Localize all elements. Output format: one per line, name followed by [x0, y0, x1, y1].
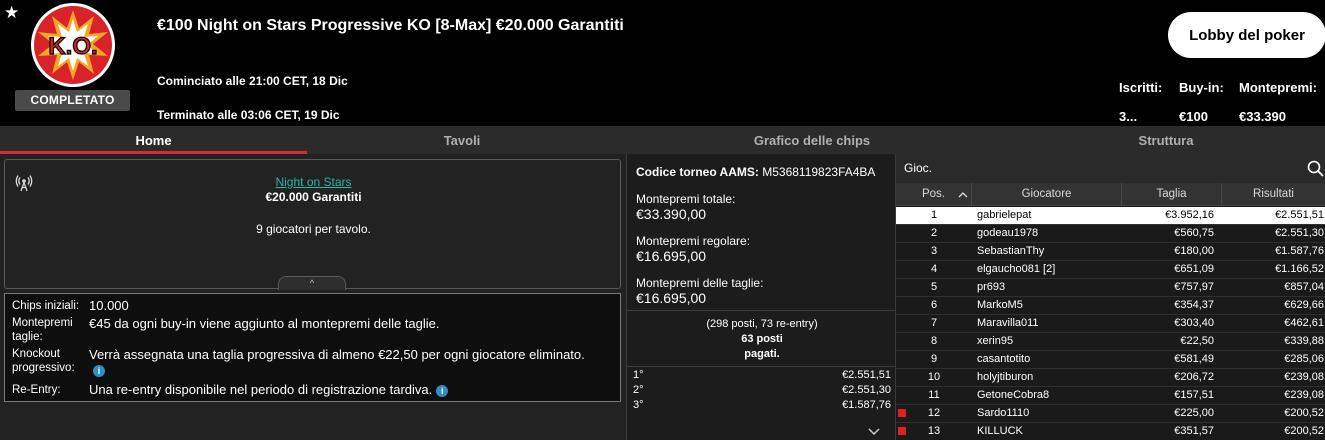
prize-pool-label: Montepremi: [1239, 80, 1317, 95]
player-search-input[interactable] [946, 158, 1296, 178]
table-row[interactable]: 9 casantotito €581,49 €285,06 [896, 351, 1325, 368]
tab-home[interactable]: Home [0, 126, 307, 154]
column-pos[interactable]: Pos. [896, 183, 972, 206]
flag-icon [898, 427, 906, 435]
divider [627, 366, 897, 367]
regular-prize-value: €16.695,00 [636, 248, 707, 264]
chevron-up-icon [958, 192, 968, 198]
seats-summary: (298 posti, 73 re-entry) [706, 318, 818, 330]
collapse-toggle[interactable]: ^ [278, 276, 346, 290]
detail-label: Chips iniziali: [12, 300, 80, 312]
tab-chip-graph[interactable]: Grafico delle chips [617, 126, 1007, 154]
tab-tables[interactable]: Tavoli [307, 126, 617, 154]
aams-code: Codice torneo AAMS: M5368119823FA4BA [636, 165, 876, 179]
detail-label: Re-Entry: [12, 384, 61, 396]
table-row[interactable]: 7 Maravilla011 €303,40 €462,61 [896, 315, 1325, 332]
detail-value: Verrà assegnata una taglia progressiva d… [89, 347, 585, 377]
table-row[interactable]: 6 MarkoM5 €354,37 €629,66 [896, 297, 1325, 314]
detail-label: Knockout progressivo: [12, 348, 75, 374]
player-search-bar: Gioc. [896, 154, 1325, 183]
payout-row: 1° €2.551,51 [633, 369, 891, 381]
tab-structure[interactable]: Struttura [1007, 126, 1325, 154]
flag-icon [898, 409, 906, 417]
info-icon[interactable]: i [93, 364, 105, 377]
tournament-title: €100 Night on Stars Progressive KO [8-Ma… [157, 17, 624, 34]
table-row[interactable]: 4 elgaucho081 [2] €651,09 €1.166,52 [896, 261, 1325, 278]
start-time: Cominciato alle 21:00 CET, 18 Dic [157, 74, 348, 88]
detail-value: €45 da ogni buy-in viene aggiunto al mon… [89, 316, 440, 331]
lobby-button[interactable]: Lobby del poker [1168, 12, 1325, 58]
tournament-details: Chips iniziali: 10.000 Montepremi taglie… [4, 293, 621, 402]
tab-bar: Home Tavoli Grafico delle chips Struttur… [0, 126, 1325, 154]
table-row[interactable]: 8 xerin95 €22,50 €339,88 [896, 333, 1325, 350]
detail-value: 10.000 [89, 298, 129, 313]
ko-logo: K.O. [31, 3, 115, 87]
chevron-down-icon[interactable] [867, 426, 881, 436]
column-bounty[interactable]: Taglia [1122, 183, 1222, 206]
buyin-value: €100 [1179, 109, 1208, 124]
players-table-header: Pos. Giocatore Taglia Risultati [896, 183, 1325, 206]
payout-row: 3° €1.587,76 [633, 399, 891, 411]
regular-prize-label: Montepremi regolare: [636, 234, 751, 248]
table-row[interactable]: 5 pr693 €757,97 €857,04 [896, 279, 1325, 296]
table-row[interactable]: 13 KILLUCK €351,57 €200,52 [896, 423, 1325, 440]
status-badge: COMPLETATO [15, 90, 130, 111]
bounty-prize-label: Montepremi delle taglie: [636, 276, 764, 290]
info-icon[interactable]: i [436, 384, 449, 397]
search-label: Gioc. [904, 161, 933, 175]
detail-value: Una re-entry disponibile nel periodo di … [89, 382, 449, 397]
logo-text: K.O. [48, 33, 97, 60]
table-row[interactable]: 3 SebastianThy €180,00 €1.587,76 [896, 243, 1325, 260]
detail-label: Montepremi taglie: [12, 317, 73, 343]
total-prize-value: €33.390,00 [636, 206, 707, 222]
prize-pool-panel: Codice torneo AAMS: M5368119823FA4BA Mon… [626, 154, 897, 440]
total-prize-label: Montepremi totale: [636, 192, 736, 206]
bounty-prize-value: €16.695,00 [636, 290, 707, 306]
search-icon[interactable] [1307, 160, 1324, 177]
payout-row: 2° €2.551,30 [633, 384, 891, 396]
event-name-link[interactable]: Night on Stars [5, 175, 622, 189]
table-row[interactable]: 12 Sardo1110 €225,00 €200,52 [896, 405, 1325, 422]
star-icon[interactable]: ★ [4, 4, 19, 21]
entrants-value: 3... [1119, 109, 1138, 124]
home-panel: Night on Stars €20.000 Garantiti 9 gioca… [0, 154, 626, 440]
prize-pool-value: €33.390 [1239, 109, 1286, 124]
players-panel: Gioc. Pos. Giocatore Taglia Risultati 1g… [896, 154, 1325, 440]
divider [627, 310, 897, 311]
column-results[interactable]: Risultati [1222, 183, 1325, 206]
tournament-header: ★ K.O. COMPLETATO €100 Night on Stars Pr… [0, 0, 1325, 126]
players-per-table: 9 giocatori per tavolo. [256, 222, 371, 236]
end-time: Terminato alle 03:06 CET, 19 Dic [157, 108, 340, 122]
buyin-label: Buy-in: [1179, 80, 1224, 95]
event-info-box: Night on Stars €20.000 Garantiti 9 gioca… [4, 159, 621, 289]
event-guarantee: €20.000 Garantiti [265, 190, 362, 204]
table-row[interactable]: 1 gabrielepat €3.952,16 €2.551,51 [896, 207, 1325, 224]
table-row[interactable]: 11 GetoneCobra8 €157,51 €239,08 [896, 387, 1325, 404]
paid-places: 63 posti [741, 333, 783, 345]
entrants-label: Iscritti: [1119, 80, 1163, 95]
table-row[interactable]: 2 godeau1978 €560,75 €2.551,30 [896, 225, 1325, 242]
paid-places-suffix: pagati. [744, 348, 780, 360]
column-player[interactable]: Giocatore [972, 183, 1122, 206]
table-row[interactable]: 10 holyjtiburon €206,72 €239,08 [896, 369, 1325, 386]
